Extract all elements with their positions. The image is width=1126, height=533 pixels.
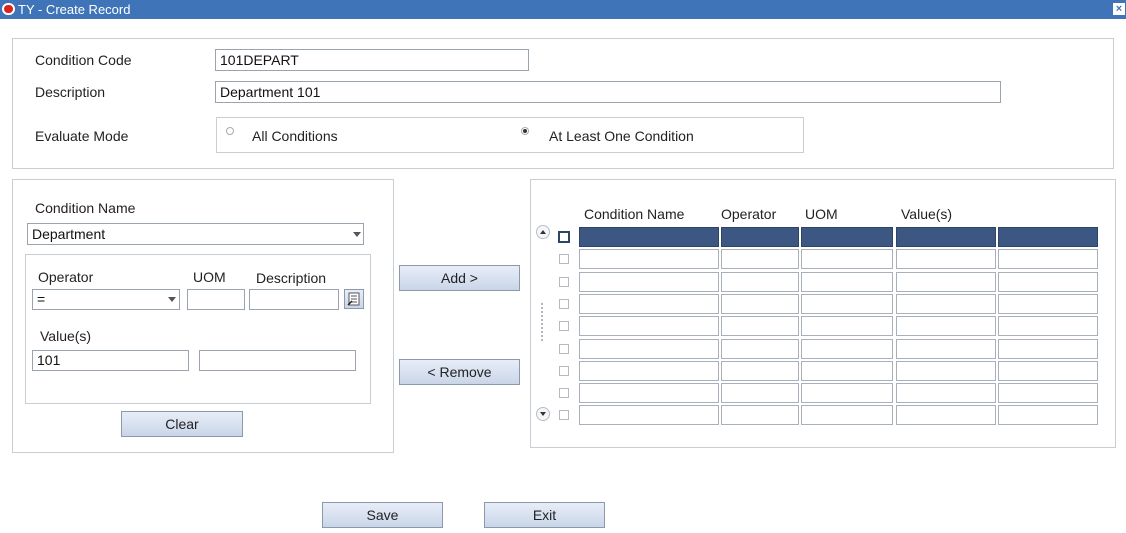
chevron-down-icon	[168, 297, 176, 302]
condition-code-field[interactable]: 101DEPART	[215, 49, 529, 71]
table-cell[interactable]	[801, 339, 893, 359]
row-select-checkbox[interactable]	[559, 388, 569, 398]
row-select-checkbox[interactable]	[559, 321, 569, 331]
table-cell[interactable]	[998, 227, 1098, 247]
table-cell[interactable]	[721, 294, 799, 314]
table-cell[interactable]	[721, 361, 799, 381]
exit-button[interactable]: Exit	[484, 502, 605, 528]
description-sub-field[interactable]	[249, 289, 339, 310]
clear-button[interactable]: Clear	[121, 411, 243, 437]
table-cell[interactable]	[579, 227, 719, 247]
description-field[interactable]: Department 101	[215, 81, 1001, 103]
table-cell[interactable]	[896, 227, 996, 247]
row-select-checkbox[interactable]	[558, 231, 570, 243]
table-cell[interactable]	[801, 361, 893, 381]
chevron-down-icon	[353, 232, 361, 237]
operator-dropdown[interactable]: =	[32, 289, 180, 310]
column-header-condition-name: Condition Name	[584, 206, 685, 222]
table-cell[interactable]	[801, 316, 893, 336]
table-cell[interactable]	[801, 294, 893, 314]
table-cell[interactable]	[998, 294, 1098, 314]
table-cell[interactable]	[579, 316, 719, 336]
values-label: Value(s)	[40, 328, 92, 344]
table-cell[interactable]	[998, 383, 1098, 403]
table-cell[interactable]	[801, 249, 893, 269]
row-select-checkbox[interactable]	[559, 299, 569, 309]
table-cell[interactable]	[998, 272, 1098, 292]
oracle-app-icon	[2, 3, 15, 15]
table-cell[interactable]	[896, 249, 996, 269]
table-cell[interactable]	[579, 272, 719, 292]
table-cell[interactable]	[801, 272, 893, 292]
condition-name-value: Department	[32, 226, 106, 242]
description-label: Description	[35, 84, 106, 100]
row-select-checkbox[interactable]	[559, 410, 569, 420]
operator-value: =	[37, 291, 46, 307]
column-header-uom: UOM	[805, 206, 838, 222]
table-cell[interactable]	[896, 405, 996, 425]
table-cell[interactable]	[801, 405, 893, 425]
table-cell[interactable]	[721, 249, 799, 269]
close-icon[interactable]: ×	[1113, 3, 1125, 15]
table-cell[interactable]	[998, 249, 1098, 269]
operator-label: Operator	[38, 269, 94, 285]
window-title-bar: TY - Create Record ×	[0, 0, 1126, 19]
evaluate-mode-label: Evaluate Mode	[35, 128, 129, 144]
table-cell[interactable]	[579, 405, 719, 425]
row-select-checkbox[interactable]	[559, 344, 569, 354]
condition-name-dropdown[interactable]: Department	[27, 223, 364, 245]
row-select-checkbox[interactable]	[559, 366, 569, 376]
radio-at-least-one-condition-label[interactable]: At Least One Condition	[549, 128, 694, 144]
table-cell[interactable]	[896, 339, 996, 359]
uom-label: UOM	[193, 269, 226, 285]
table-cell[interactable]	[801, 227, 893, 247]
table-cell[interactable]	[896, 272, 996, 292]
column-header-operator: Operator	[721, 206, 777, 222]
value-field-2[interactable]	[199, 350, 356, 371]
table-cell[interactable]	[998, 361, 1098, 381]
table-cell[interactable]	[721, 339, 799, 359]
list-of-values-button[interactable]	[344, 289, 364, 309]
radio-all-conditions[interactable]	[226, 127, 234, 135]
table-cell[interactable]	[998, 339, 1098, 359]
table-cell[interactable]	[801, 383, 893, 403]
table-cell[interactable]	[896, 361, 996, 381]
radio-all-conditions-label[interactable]: All Conditions	[252, 128, 338, 144]
column-header-values: Value(s)	[901, 206, 953, 222]
radio-at-least-one-condition[interactable]	[521, 127, 529, 135]
description-sub-label: Description	[256, 270, 327, 286]
condition-code-label: Condition Code	[35, 52, 132, 68]
window-title: TY - Create Record	[18, 2, 131, 17]
scroll-grip[interactable]	[540, 302, 545, 342]
table-cell[interactable]	[721, 227, 799, 247]
add-button[interactable]: Add >	[399, 265, 520, 291]
value-field-1[interactable]: 101	[32, 350, 189, 371]
scroll-down-icon[interactable]	[536, 407, 550, 421]
table-cell[interactable]	[579, 361, 719, 381]
table-cell[interactable]	[579, 339, 719, 359]
table-cell[interactable]	[896, 294, 996, 314]
table-cell[interactable]	[998, 405, 1098, 425]
scroll-up-icon[interactable]	[536, 225, 550, 239]
table-cell[interactable]	[579, 249, 719, 269]
save-button[interactable]: Save	[322, 502, 443, 528]
row-select-checkbox[interactable]	[559, 277, 569, 287]
table-cell[interactable]	[721, 272, 799, 292]
uom-field[interactable]	[187, 289, 245, 310]
remove-button[interactable]: < Remove	[399, 359, 520, 385]
table-cell[interactable]	[896, 316, 996, 336]
table-cell[interactable]	[579, 383, 719, 403]
table-cell[interactable]	[579, 294, 719, 314]
table-cell[interactable]	[721, 383, 799, 403]
table-cell[interactable]	[896, 383, 996, 403]
list-of-values-icon	[347, 292, 360, 306]
table-scrollbar[interactable]	[535, 224, 551, 424]
row-select-checkbox[interactable]	[559, 254, 569, 264]
condition-name-label: Condition Name	[35, 200, 136, 216]
table-cell[interactable]	[721, 405, 799, 425]
table-cell[interactable]	[998, 316, 1098, 336]
table-cell[interactable]	[721, 316, 799, 336]
